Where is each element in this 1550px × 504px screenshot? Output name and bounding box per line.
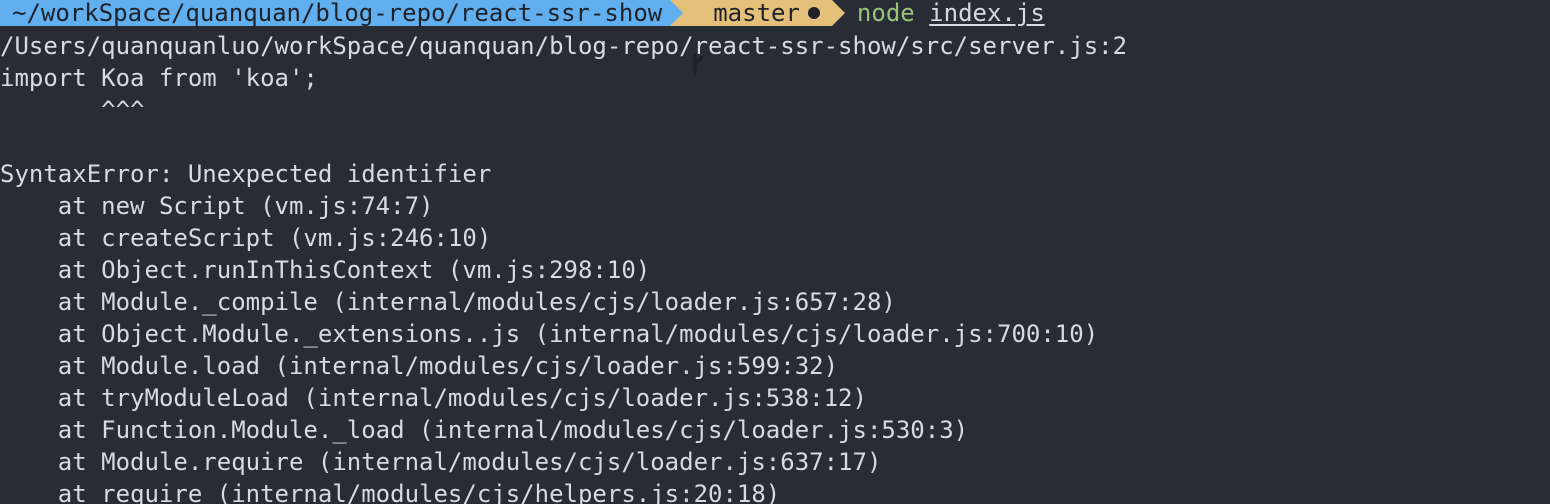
prompt-directory: ~/workSpace/quanquan/blog-repo/react-ssr… [0, 0, 671, 26]
git-branch-icon [691, 0, 705, 76]
typed-command: node index.js [845, 0, 1045, 26]
stack-frame: at Object.Module._extensions..js (intern… [0, 320, 1099, 348]
stack-frame: at new Script (vm.js:74:7) [0, 192, 434, 220]
prompt-separator-arrow [831, 0, 845, 26]
stack-frame: at tryModuleLoad (internal/modules/cjs/l… [0, 384, 867, 412]
shell-prompt: ~/workSpace/quanquan/blog-repo/react-ssr… [0, 0, 1550, 76]
error-message: SyntaxError: Unexpected identifier [0, 160, 492, 188]
stack-frame: at Module._compile (internal/modules/cjs… [0, 288, 896, 316]
stack-frame: at createScript (vm.js:246:10) [0, 224, 492, 252]
prompt-branch-name: master [713, 0, 800, 27]
command-name: node [856, 0, 915, 27]
stack-frame: at Module.require (internal/modules/cjs/… [0, 448, 882, 476]
stack-frame: at Module.load (internal/modules/cjs/loa… [0, 352, 839, 380]
stack-frame: at Object.runInThisContext (vm.js:298:10… [0, 256, 651, 284]
terminal-window[interactable]: ~/workSpace/quanquan/blog-repo/react-ssr… [0, 0, 1550, 504]
stack-frame: at Function.Module._load (internal/modul… [0, 416, 969, 444]
stack-frame: at require (internal/modules/cjs/helpers… [0, 480, 781, 504]
prompt-separator-arrow [670, 0, 684, 26]
prompt-git-segment: master [683, 0, 832, 76]
command-argument: index.js [929, 0, 1045, 27]
error-source-line: import Koa from 'koa'; [0, 64, 318, 92]
dirty-status-dot-icon [807, 7, 820, 19]
